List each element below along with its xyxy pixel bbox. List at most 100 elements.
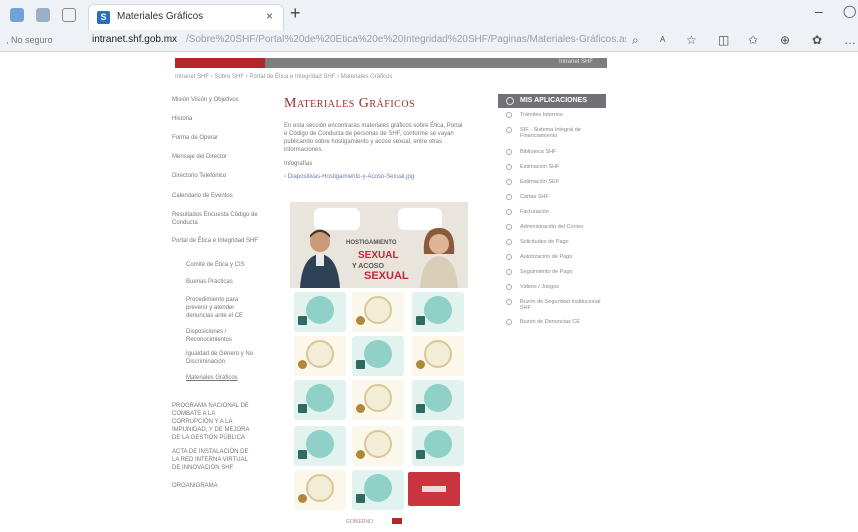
app-label[interactable]: Facturación xyxy=(520,209,549,215)
app-label[interactable]: Buzón de Seguridad Institucional SHF xyxy=(520,299,600,311)
app-bullet-icon xyxy=(506,239,512,245)
app-label[interactable]: Estimación SEII xyxy=(520,179,559,185)
infographic-thumbnail[interactable] xyxy=(294,336,346,376)
infographic-thumbnail[interactable] xyxy=(294,426,346,466)
app-bullet-icon xyxy=(506,284,512,290)
tab-close-icon[interactable]: × xyxy=(266,9,273,23)
app-label[interactable]: Cartas SHF xyxy=(520,194,549,200)
app-bullet-icon xyxy=(506,269,512,275)
nav-item-mensaje-director[interactable]: Mensaje del Director xyxy=(172,153,260,161)
app-link[interactable]: Buzón de Seguridad Institucional SHF xyxy=(498,295,606,315)
app-label[interactable]: Estimación SHF xyxy=(520,164,559,170)
infographic-thumbnail[interactable] xyxy=(412,426,464,466)
app-link[interactable]: Autorización de Pago xyxy=(498,250,606,265)
breadcrumb[interactable]: Intranet SHF › Sobre SHF › Portal de Éti… xyxy=(175,74,392,80)
app-label[interactable]: Administración del Correo xyxy=(520,224,583,230)
app-label[interactable]: Biblioteca SHF xyxy=(520,149,556,155)
search-icon[interactable]: ⌕ xyxy=(632,33,639,48)
nav-item-acta-instalacion[interactable]: ACTA DE INSTALACIÓN DE LA RED INTERNA VI… xyxy=(172,448,252,472)
footer-gobierno-logo: GOBIERNO xyxy=(346,519,373,525)
address-bar[interactable]: , No seguro intranet.shf.gob.mx /Sobre%2… xyxy=(0,32,858,52)
app-link[interactable]: SIF - Sistema Integral de Financiamiento xyxy=(498,123,606,145)
browser-chrome: S Materiales Gráficos × + – ◯ , No segur… xyxy=(0,0,858,52)
infographic-thumbnail[interactable] xyxy=(412,380,464,420)
app-link[interactable]: Biblioteca SHF xyxy=(498,145,606,160)
infographic-thumbnail-red[interactable] xyxy=(408,472,460,506)
nav-subitem-procedimiento[interactable]: Procedimiento para prevenir y atender de… xyxy=(186,296,260,320)
collections-icon[interactable]: ⊕ xyxy=(780,33,790,47)
nav-item-calendario[interactable]: Calendario de Eventos xyxy=(172,192,260,200)
nav-item-mision[interactable]: Misión Visión y Objetivos xyxy=(172,96,260,104)
infographic-thumbnail[interactable] xyxy=(412,336,464,376)
tab-materiales-graficos[interactable]: S Materiales Gráficos × xyxy=(88,4,284,30)
infographic-thumbnail[interactable] xyxy=(352,336,404,376)
infographic-thumbnail[interactable] xyxy=(412,292,464,332)
app-link[interactable]: Trámites Internos xyxy=(498,108,606,123)
nav-item-historia[interactable]: Historia xyxy=(172,115,260,123)
app-bullet-icon xyxy=(506,209,512,215)
poster-image[interactable]: HOSTIGAMIENTO SEXUAL Y ACOSO SEXUAL xyxy=(290,202,468,288)
app-link[interactable]: Seguimiento de Pago xyxy=(498,265,606,280)
app-bullet-icon xyxy=(506,179,512,185)
minimize-button[interactable]: – xyxy=(815,3,823,19)
window-control-icon[interactable]: ◯ xyxy=(843,4,856,18)
infographic-thumbnail[interactable] xyxy=(294,380,346,420)
nav-item-directorio[interactable]: Directorio Telefónico xyxy=(172,172,260,180)
nav-subitem-comite[interactable]: Comité de Ética y CIS xyxy=(186,261,260,269)
app-label[interactable]: Autorización de Pago xyxy=(520,254,572,260)
read-aloud-icon[interactable]: A xyxy=(660,35,665,44)
app-link[interactable]: Videos / Juegos xyxy=(498,280,606,295)
app-bullet-icon xyxy=(506,149,512,155)
apps-header: MIS APLICACIONES xyxy=(498,94,606,108)
nav-item-programa-nacional[interactable]: PROGRAMA NACIONAL DE COMBATE A LA CORRUP… xyxy=(172,402,252,442)
nav-subitem-disposiciones[interactable]: Disposiciones / Reconocimientos xyxy=(186,328,260,344)
nav-subitem-buenas-practicas[interactable]: Buenas Prácticas xyxy=(186,278,260,286)
footer-logos: GOBIERNO xyxy=(330,518,440,526)
workspaces-icon[interactable] xyxy=(36,8,50,22)
infographic-thumbnail[interactable] xyxy=(352,292,404,332)
app-label[interactable]: Solicitudes de Pago xyxy=(520,239,569,245)
url-path[interactable]: /Sobre%20SHF/Portal%20de%20Ética%20e%20I… xyxy=(186,34,626,45)
app-link[interactable]: Cartas SHF xyxy=(498,190,606,205)
app-link[interactable]: Estimación SHF xyxy=(498,160,606,175)
app-label[interactable]: SIF - Sistema Integral de Financiamiento xyxy=(520,127,581,139)
tab-actions-icon[interactable] xyxy=(62,8,76,22)
url-host[interactable]: intranet.shf.gob.mx xyxy=(92,34,177,45)
nav-item-resultados-encuesta[interactable]: Resultados Encuesta Código de Conducta xyxy=(172,211,260,227)
nav-item-forma-operar[interactable]: Forma de Operar xyxy=(172,134,260,142)
app-link[interactable]: Facturación xyxy=(498,205,606,220)
file-link-text[interactable]: Diapositivas-Hostigamiento-y-Acoso-Sexua… xyxy=(288,174,414,180)
profile-icon[interactable] xyxy=(10,8,24,22)
infographic-thumbnail[interactable] xyxy=(294,292,346,332)
app-bullet-icon xyxy=(506,194,512,200)
file-link[interactable]: ▫ Diapositivas-Hostigamiento-y-Acoso-Sex… xyxy=(284,174,474,180)
app-label[interactable]: Seguimiento de Pago xyxy=(520,269,573,275)
app-link[interactable]: Solicitudes de Pago xyxy=(498,235,606,250)
nav-item-organigrama[interactable]: ORGANIGRAMA xyxy=(172,482,260,490)
poster-line-3: Y ACOSO xyxy=(352,263,384,270)
app-link[interactable]: Estimación SEII xyxy=(498,175,606,190)
infographic-thumbnail[interactable] xyxy=(294,470,346,510)
security-indicator[interactable]: , No seguro xyxy=(6,35,53,45)
nav-subitem-materiales-graficos[interactable]: Materiales Gráficos xyxy=(186,374,260,382)
favorites-icon[interactable]: ✩ xyxy=(748,33,758,47)
app-bullet-icon xyxy=(506,224,512,230)
app-link[interactable]: Administración del Correo xyxy=(498,220,606,235)
app-label[interactable]: Videos / Juegos xyxy=(520,284,559,290)
infographic-thumbnail[interactable] xyxy=(352,380,404,420)
app-bullet-icon xyxy=(506,299,512,305)
split-screen-icon[interactable]: ◫ xyxy=(718,33,729,47)
nav-item-portal-etica[interactable]: Portal de Ética e Integridad SHF xyxy=(172,237,260,245)
app-bullet-icon xyxy=(506,127,512,133)
nav-subitem-igualdad[interactable]: Igualdad de Género y No Discriminación xyxy=(186,350,260,366)
infographic-thumbnail[interactable] xyxy=(352,470,404,510)
new-tab-button[interactable]: + xyxy=(290,3,301,24)
app-link[interactable]: Buzón de Denuncias CE xyxy=(498,315,606,330)
app-label[interactable]: Buzón de Denuncias CE xyxy=(520,319,580,325)
poster-line-1: HOSTIGAMIENTO xyxy=(346,240,397,246)
infographic-thumbnail[interactable] xyxy=(352,426,404,466)
more-menu-icon[interactable]: … xyxy=(844,33,856,47)
extensions-icon[interactable]: ✿ xyxy=(812,33,822,47)
favorite-star-icon[interactable]: ☆ xyxy=(686,33,697,47)
app-label[interactable]: Trámites Internos xyxy=(520,112,563,118)
